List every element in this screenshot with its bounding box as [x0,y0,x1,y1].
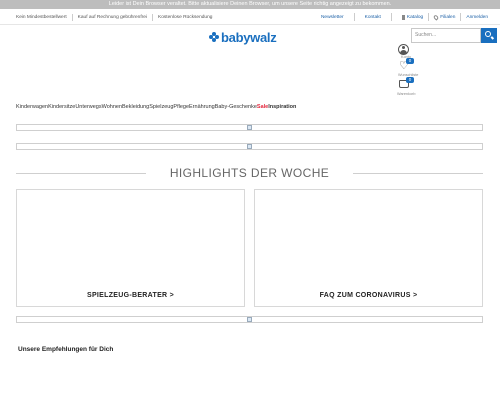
usp-item: Kauf auf Rechnung gebührenfrei [77,14,148,20]
logo-flower-icon [209,32,219,42]
divider [152,13,154,21]
browser-warning-text: Leider ist Dein Browser veraltet. Bitte … [108,1,392,7]
banner-placeholder[interactable] [16,316,483,323]
utility-links: Newsletter Kontakt Katalog Filialen Anme… [321,9,488,25]
main-navigation: Kinderwagen Kindersitze Unterwegs Wohnen… [16,103,296,111]
usp-item: Kein Mindestbestellwert [16,14,67,20]
nav-item-inspiration[interactable]: Inspiration [268,103,296,111]
highlight-card-label[interactable]: FAQ ZUM CORONAVIRUS > [255,292,482,299]
divider [390,13,392,21]
recommendations-title: Unsere Empfehlungen für Dich [18,346,114,353]
search-button[interactable] [481,28,497,43]
image-placeholder-icon [247,317,252,322]
highlights-heading: HIGHLIGHTS DER WOCHE [16,163,483,183]
nav-item-kindersitze[interactable]: Kindersitze [48,103,75,111]
location-pin-icon [433,13,440,21]
account-icon[interactable] [398,44,409,55]
nav-item-spielzeug[interactable]: Spielzeug [149,103,173,111]
cart-count-badge: 0 [406,77,414,83]
banner-placeholder[interactable] [16,124,483,131]
kontakt-link[interactable]: Kontakt [365,15,381,20]
browser-warning-banner: Leider ist Dein Browser veraltet. Bitte … [0,0,500,9]
image-placeholder-icon [247,125,252,130]
filialen-link[interactable]: Filialen [440,15,455,20]
divider [353,13,355,21]
katalog-link[interactable]: Katalog [407,15,423,20]
divider [71,13,73,21]
site-logo[interactable]: babywalz [209,29,277,45]
logo-text: babywalz [221,29,277,45]
highlight-card-spielzeug[interactable]: SPIELZEUG-BERATER > [16,189,245,307]
nav-item-bekleidung[interactable]: Bekleidung [122,103,149,111]
usp-list: Kein Mindestbestellwert Kauf auf Rechnun… [16,9,212,25]
highlight-card-label[interactable]: SPIELZEUG-BERATER > [17,292,244,299]
search-input[interactable]: Suchen... [411,28,481,43]
divider [460,13,462,21]
image-placeholder-icon [247,144,252,149]
cart-label[interactable]: Warenkorb [397,92,415,96]
catalog-icon [401,14,405,20]
nav-item-sale[interactable]: Sale [257,103,268,111]
nav-item-baby-geschenke[interactable]: Baby-Geschenke [215,103,257,111]
nav-item-unterwegs[interactable]: Unterwegs [75,103,101,111]
nav-item-kinderwagen[interactable]: Kinderwagen [16,103,48,111]
divider [428,13,430,21]
banner-placeholder[interactable] [16,143,483,150]
newsletter-link[interactable]: Newsletter [321,15,344,20]
utility-bar: Kein Mindestbestellwert Kauf auf Rechnun… [0,9,500,25]
highlights-title: HIGHLIGHTS DER WOCHE [169,166,330,180]
anmelden-link[interactable]: Anmelden [466,15,488,20]
highlight-card-coronavirus[interactable]: FAQ ZUM CORONAVIRUS > [254,189,483,307]
nav-item-wohnen[interactable]: Wohnen [102,103,122,111]
search-icon [485,31,491,37]
usp-item: Kostenlose Rücksendung [158,14,213,20]
nav-item-pflege[interactable]: Pflege [173,103,189,111]
wishlist-count-badge: 0 [406,58,414,64]
nav-item-ernaehrung[interactable]: Ernährung [189,103,215,111]
